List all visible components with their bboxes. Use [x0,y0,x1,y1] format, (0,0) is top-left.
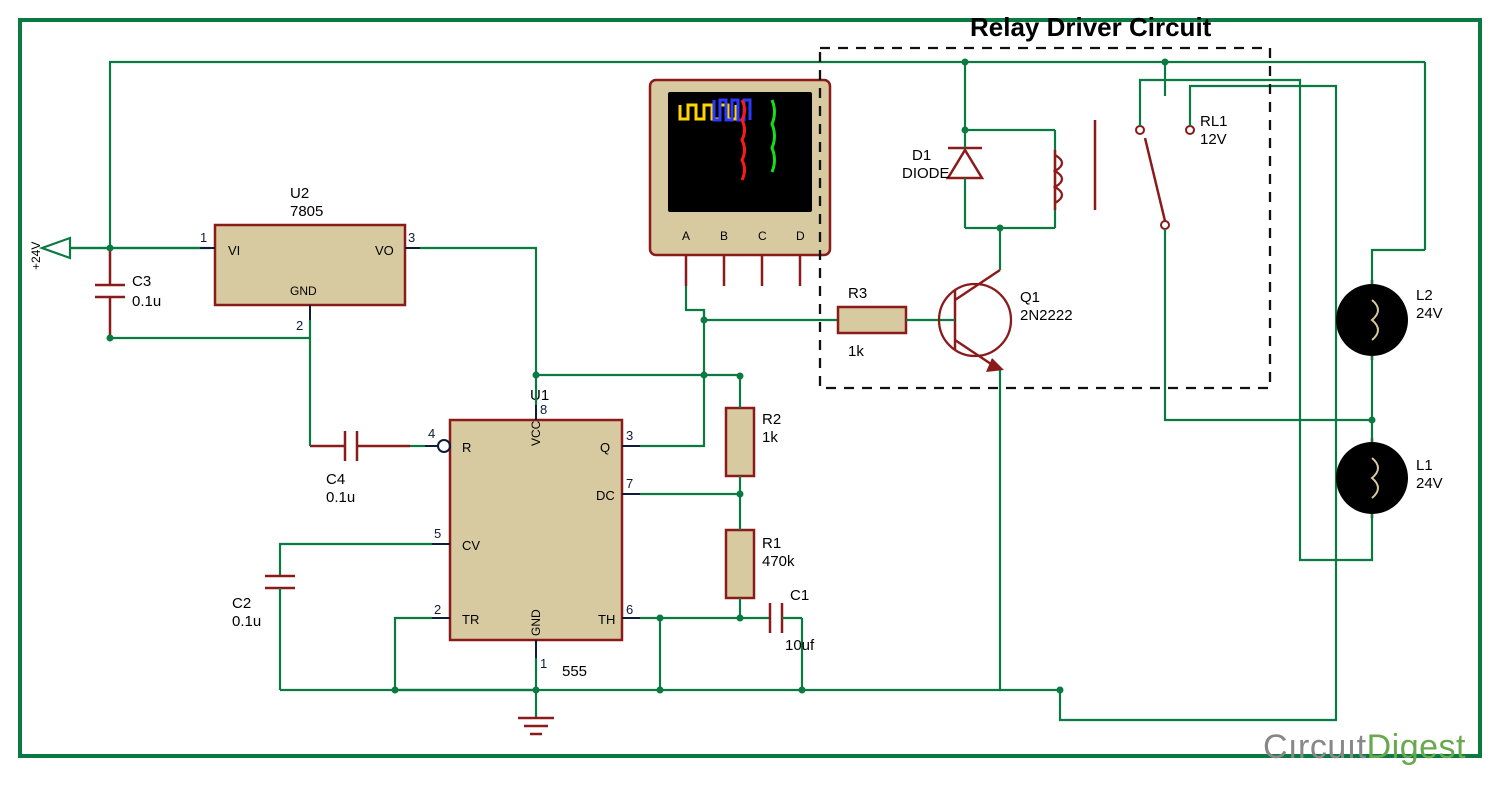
svg-text:0.1u: 0.1u [326,489,355,506]
svg-text:12V: 12V [1200,131,1227,148]
svg-text:TH: TH [598,612,615,627]
svg-text:CV: CV [462,538,480,553]
svg-text:1: 1 [200,230,207,245]
svg-text:U1: U1 [530,387,549,404]
svg-text:3: 3 [408,230,415,245]
svg-text:10uf: 10uf [785,637,815,654]
svg-text:555: 555 [562,663,587,680]
svg-text:D: D [796,229,805,243]
r3-resistor: R3 1k [838,285,950,360]
svg-text:U2: U2 [290,185,309,202]
svg-text:6: 6 [626,602,633,617]
logo: CırcuıtDigest [1263,728,1466,767]
c4-capacitor: C4 0.1u [310,338,410,506]
svg-text:1k: 1k [848,343,864,360]
svg-text:DIODE: DIODE [902,165,950,182]
svg-text:0.1u: 0.1u [232,613,261,630]
svg-text:RL1: RL1 [1200,113,1228,130]
svg-text:L1: L1 [1416,457,1433,474]
svg-text:L2: L2 [1416,287,1433,304]
svg-text:C4: C4 [326,471,345,488]
svg-text:Q1: Q1 [1020,289,1040,306]
relay-driver-outline [820,48,1270,388]
svg-text:2: 2 [296,318,303,333]
svg-text:R1: R1 [762,535,781,552]
q1-transistor: Q1 2N2222 [939,228,1073,690]
svg-text:VI: VI [228,243,240,258]
svg-text:DC: DC [596,488,615,503]
logo-accent: Digest [1367,728,1466,766]
u1-timer-555: R VCC Q DC CV TR GND TH 4 8 3 7 5 2 6 1 … [425,387,640,680]
u2-regulator: VI VO GND 1 3 2 U2 7805 [200,185,420,333]
d1-diode: D1 DIODE [902,62,1055,232]
c1-capacitor: C1 10uf [737,587,816,690]
svg-text:VCC: VCC [529,420,543,446]
svg-text:R: R [462,440,471,455]
ground-symbol [518,690,554,734]
svg-text:C1: C1 [790,587,809,604]
svg-text:VO: VO [375,243,394,258]
svg-text:24V: 24V [1416,305,1443,322]
svg-text:1: 1 [540,656,547,671]
svg-text:C3: C3 [132,273,151,290]
l1-lamp: L1 24V [1336,438,1443,518]
svg-text:R2: R2 [762,411,781,428]
svg-text:7805: 7805 [290,203,323,220]
svg-text:B: B [720,229,728,243]
schematic-canvas: +24V C3 0.1u VI VO GND 1 3 2 U2 7805 [0,0,1500,793]
c3-capacitor: C3 0.1u [95,245,161,342]
svg-text:C2: C2 [232,595,251,612]
svg-text:2N2222: 2N2222 [1020,307,1073,324]
svg-text:R3: R3 [848,285,867,302]
r1-resistor: R1 470k [726,494,795,618]
svg-text:4: 4 [428,426,435,441]
svg-text:D1: D1 [912,147,931,164]
svg-text:3: 3 [626,428,633,443]
svg-text:+24V: +24V [29,242,43,270]
svg-text:8: 8 [540,402,547,417]
r2-resistor: R2 1k [726,376,781,494]
svg-text:GND: GND [290,284,317,298]
svg-text:C: C [758,229,767,243]
svg-text:A: A [682,229,690,243]
scope: A B C D [650,80,830,286]
svg-text:TR: TR [462,612,479,627]
rail-24v: +24V [29,238,210,270]
svg-text:GND: GND [529,609,543,636]
svg-text:0.1u: 0.1u [132,293,161,310]
svg-text:1k: 1k [762,429,778,446]
svg-text:5: 5 [434,526,441,541]
l2-lamp: L2 24V [1336,280,1443,360]
svg-text:7: 7 [626,476,633,491]
svg-text:24V: 24V [1416,475,1443,492]
svg-text:Q: Q [600,440,610,455]
logo-main: Cırcuıt [1263,728,1367,766]
svg-text:2: 2 [434,602,441,617]
svg-text:470k: 470k [762,553,795,570]
